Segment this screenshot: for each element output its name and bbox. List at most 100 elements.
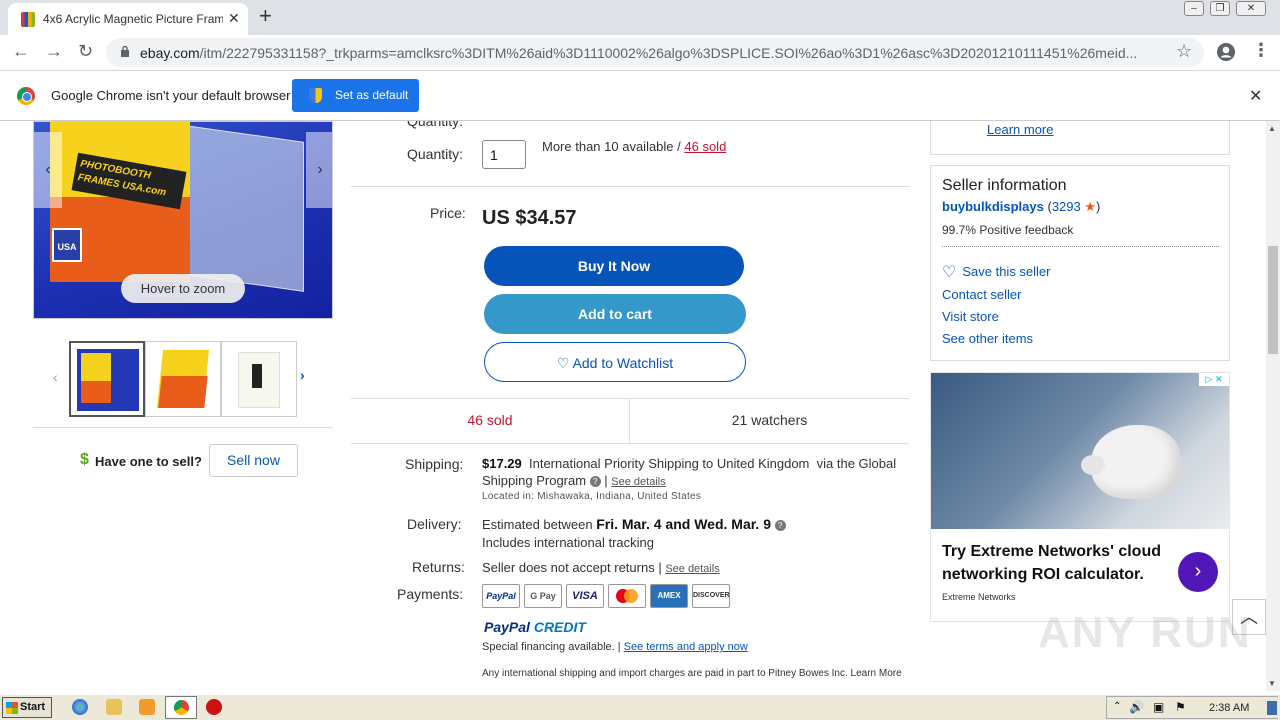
shield-icon — [309, 88, 322, 103]
positive-feedback: 99.7% Positive feedback — [942, 223, 1074, 237]
learn-more-link[interactable]: Learn more — [987, 122, 1053, 137]
ebay-favicon-icon — [21, 12, 35, 27]
adchoices-icon[interactable]: ▷ ✕ — [1199, 373, 1229, 386]
forward-icon[interactable]: → — [45, 41, 63, 62]
image-prev-icon[interactable]: ‹ — [34, 132, 62, 208]
buy-it-now-button[interactable]: Buy It Now — [484, 246, 744, 286]
lock-icon — [121, 45, 129, 57]
see-other-items-link[interactable]: See other items — [942, 331, 1033, 346]
returns-policy: Seller does not accept returns | See det… — [482, 560, 720, 575]
network-icon[interactable]: ▣ — [1153, 700, 1164, 714]
mastercard-orange-circle — [624, 589, 638, 603]
international-charges-note: Any international shipping and import ch… — [482, 668, 902, 679]
default-browser-infobar: Google Chrome isn't your default browser… — [0, 71, 1280, 121]
url-text: ebay.com/itm/222795331158?_trkparms=amcl… — [140, 45, 1138, 61]
infobar-message: Google Chrome isn't your default browser — [51, 88, 291, 103]
google-pay-icon: G Pay — [524, 584, 562, 608]
back-icon[interactable]: ← — [12, 41, 30, 62]
special-financing: Special financing available. | See terms… — [482, 641, 748, 653]
visa-icon: VISA — [566, 584, 604, 608]
scroll-thumb[interactable] — [1268, 246, 1278, 354]
tab-strip: 4x6 Acrylic Magnetic Picture Frames ✕ + … — [0, 0, 1280, 35]
save-seller-link[interactable]: ♡ Save this seller — [942, 262, 1051, 282]
divider — [351, 186, 909, 187]
tray-expand-icon[interactable]: ⌃ — [1113, 701, 1121, 712]
volume-icon[interactable]: 🔊 — [1129, 700, 1144, 714]
scroll-up-icon[interactable]: ▲ — [1268, 124, 1276, 133]
help-icon[interactable]: ? — [774, 520, 786, 531]
item-location: Located in: Mishawaka, Indiana, United S… — [482, 491, 702, 502]
see-terms-link[interactable]: See terms and apply now — [624, 641, 748, 653]
start-button[interactable]: Start — [2, 697, 52, 718]
thumb-next-icon[interactable]: › — [300, 367, 305, 383]
media-player-icon[interactable] — [139, 699, 155, 715]
tracking-note: Includes international tracking — [482, 535, 654, 550]
shipping-details: $17.29 International Priority Shipping t… — [482, 456, 897, 488]
chrome-taskbar-button[interactable] — [165, 696, 197, 719]
system-tray: ⌃ 🔊 ▣ ⚑ 2:38 AM — [1106, 696, 1278, 719]
price-value: US $34.57 — [482, 207, 577, 229]
set-as-default-button[interactable]: Set as default — [292, 79, 419, 112]
add-to-cart-button[interactable]: Add to cart — [484, 294, 746, 334]
scroll-down-icon[interactable]: ▼ — [1268, 679, 1276, 688]
internet-explorer-icon[interactable] — [72, 699, 88, 715]
reload-icon[interactable]: ↻ — [78, 41, 93, 62]
address-bar[interactable]: ebay.com/itm/222795331158?_trkparms=amcl… — [106, 38, 1204, 67]
seller-name-link[interactable]: buybulkdisplays — [942, 199, 1044, 214]
chrome-logo-icon — [17, 87, 35, 105]
shipping-label: Shipping: — [405, 456, 464, 472]
paypal-credit-logo: PayPal CREDIT — [484, 619, 586, 635]
delivery-estimate: Estimated between Fri. Mar. 4 and Wed. M… — [482, 516, 786, 532]
divider — [33, 427, 333, 428]
page-content: PHOTOBOOTH FRAMES USA.com USA ‹ › Hover … — [0, 121, 1266, 691]
payments-label: Payments: — [397, 586, 464, 602]
piggy-bank — [1081, 425, 1181, 499]
ad-image: ▷ ✕ — [931, 373, 1229, 529]
quantity-label: Quantity: — [407, 146, 464, 162]
infobar-close-icon[interactable]: ✕ — [1249, 86, 1262, 106]
main-product-image[interactable]: PHOTOBOOTH FRAMES USA.com USA ‹ › Hover … — [33, 121, 333, 319]
file-explorer-icon[interactable] — [106, 699, 122, 715]
add-to-watchlist-button[interactable]: ♡ Add to Watchlist — [484, 342, 746, 382]
opera-icon[interactable] — [206, 699, 222, 715]
bookmark-star-icon[interactable]: ☆ — [1176, 41, 1192, 62]
restore-icon[interactable]: ❐ — [1210, 1, 1230, 16]
pig-snout — [1081, 455, 1105, 475]
visit-store-link[interactable]: Visit store — [942, 309, 999, 324]
clock: 2:38 AM — [1209, 702, 1250, 714]
shipping-see-details-link[interactable]: See details — [611, 476, 665, 488]
thumbnail-2[interactable] — [145, 341, 221, 417]
new-tab-icon[interactable]: + — [259, 4, 272, 28]
sold-link[interactable]: 46 sold — [684, 139, 726, 154]
seller-name-row: buybulkdisplays (3293 ★) — [942, 199, 1101, 214]
thumbnail-1[interactable] — [69, 341, 145, 417]
profile-icon[interactable] — [1216, 42, 1236, 62]
discover-icon: DISCOVER — [692, 584, 730, 608]
thumbnail-3[interactable] — [221, 341, 297, 417]
heart-icon: ♡ — [942, 264, 957, 281]
contact-seller-link[interactable]: Contact seller — [942, 287, 1021, 302]
show-desktop-icon[interactable] — [1267, 701, 1277, 715]
advertisement[interactable]: ▷ ✕ Try Extreme Networks' cloud networki… — [930, 372, 1230, 622]
scrollbar[interactable]: ▲ ▼ — [1266, 121, 1280, 691]
mastercard-icon — [608, 584, 646, 608]
ad-headline: Try Extreme Networks' cloud networking R… — [942, 543, 1161, 583]
usa-badge: USA — [52, 228, 82, 262]
feedback-score-link[interactable]: 3293 — [1052, 199, 1081, 214]
minimize-icon[interactable]: ‒ — [1184, 1, 1204, 16]
image-next-icon[interactable]: › — [306, 132, 332, 208]
ad-arrow-icon[interactable]: › — [1178, 552, 1218, 592]
thumb-prev-icon[interactable]: ‹ — [53, 369, 58, 385]
menu-kebab-icon[interactable]: ⋮ — [1252, 40, 1270, 61]
quantity-label-partial: Quantity: — [407, 121, 464, 129]
flag-icon[interactable]: ⚑ — [1175, 700, 1186, 714]
browser-tab[interactable]: 4x6 Acrylic Magnetic Picture Frames ✕ — [8, 3, 248, 35]
divider — [351, 443, 909, 444]
help-icon[interactable]: ? — [589, 476, 601, 487]
sell-now-button[interactable]: Sell now — [209, 444, 298, 477]
returns-see-details-link[interactable]: See details — [665, 563, 719, 575]
close-window-icon[interactable]: ✕ — [1236, 1, 1266, 16]
close-tab-icon[interactable]: ✕ — [228, 10, 240, 27]
windows-logo-icon — [6, 702, 18, 714]
quantity-input[interactable] — [482, 140, 526, 169]
